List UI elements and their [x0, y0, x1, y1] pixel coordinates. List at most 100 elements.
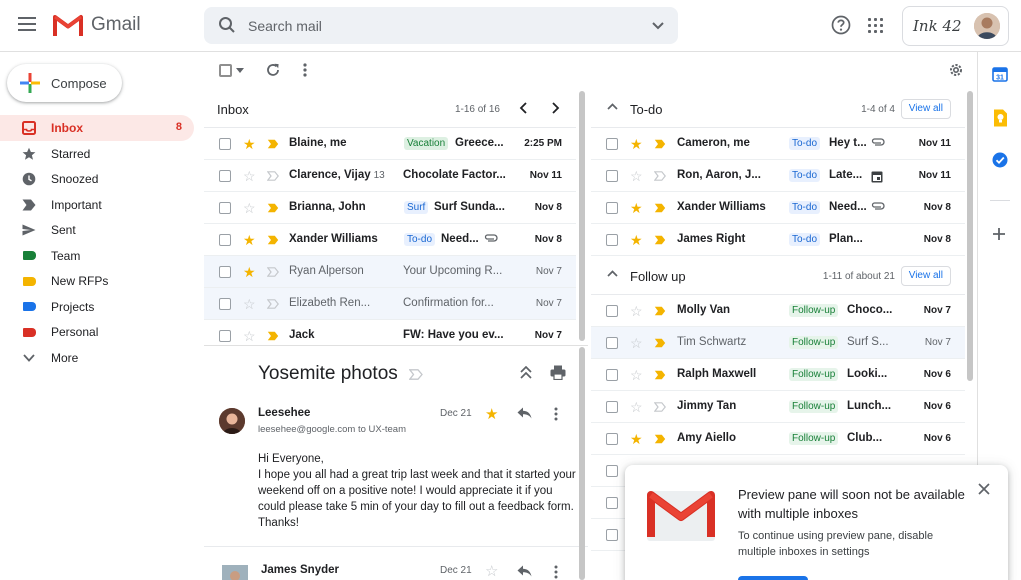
table-row[interactable]: ★ Xander Williams To-do Need... Nov 8: [591, 192, 965, 224]
important-marker-icon[interactable]: [654, 235, 666, 245]
checkbox[interactable]: [606, 465, 618, 477]
account-switcher[interactable]: Ink 42: [902, 6, 1009, 46]
chevron-up-icon[interactable]: [607, 103, 618, 110]
important-marker-icon[interactable]: [654, 139, 666, 149]
table-row[interactable]: ★ Xander Williams To-do Need... Nov 8: [204, 224, 576, 256]
sidebar-item-snoozed[interactable]: Snoozed: [0, 166, 194, 192]
important-marker-icon[interactable]: [409, 369, 423, 380]
apps-grid-icon[interactable]: [868, 18, 883, 33]
label-chip[interactable]: To-do: [789, 169, 821, 182]
view-all-button[interactable]: View all: [900, 266, 951, 286]
more-vert-icon[interactable]: [554, 407, 558, 421]
keep-icon[interactable]: [992, 109, 1008, 127]
reply-icon[interactable]: [517, 407, 532, 419]
star-icon[interactable]: ☆: [243, 328, 256, 344]
star-icon[interactable]: ☆: [630, 168, 643, 184]
important-marker-icon[interactable]: [654, 370, 666, 380]
important-marker-icon[interactable]: [267, 203, 279, 213]
sidebar-item-starred[interactable]: Starred: [0, 141, 194, 167]
checkbox[interactable]: [606, 497, 618, 509]
table-row[interactable]: ☆ Clarence, Vijay 13 Chocolate Factor... Nov…: [204, 160, 576, 192]
checkbox[interactable]: [606, 305, 618, 317]
sidebar-item-personal[interactable]: Personal: [0, 319, 194, 345]
label-chip[interactable]: Follow-up: [789, 336, 839, 349]
star-icon[interactable]: ★: [243, 232, 256, 248]
checkbox[interactable]: [219, 234, 231, 246]
gmail-logo[interactable]: Gmail: [53, 14, 141, 36]
label-chip[interactable]: Follow-up: [789, 400, 839, 413]
label-chip[interactable]: Follow-up: [789, 304, 839, 317]
checkbox[interactable]: [219, 298, 231, 310]
print-icon[interactable]: [550, 365, 566, 380]
checkbox[interactable]: [606, 369, 618, 381]
star-icon[interactable]: ★: [243, 136, 256, 152]
label-chip[interactable]: Vacation: [404, 137, 449, 150]
sidebar-item-more[interactable]: More: [0, 345, 194, 371]
star-icon[interactable]: ★: [630, 136, 643, 152]
sidebar-item-inbox[interactable]: Inbox 8: [0, 115, 194, 141]
star-icon[interactable]: ☆: [243, 168, 256, 184]
table-row[interactable]: ☆ Ron, Aaron, J... To-do Late... Nov 11: [591, 160, 965, 192]
important-marker-icon[interactable]: [654, 171, 666, 181]
star-icon[interactable]: ☆: [630, 303, 643, 319]
important-marker-icon[interactable]: [267, 171, 279, 181]
table-row[interactable]: ★ Blaine, me Vacation Greece... 2:25 PM: [204, 128, 576, 160]
table-row[interactable]: ★ Ryan Alperson Your Upcoming R... Nov 7: [204, 256, 576, 288]
label-chip[interactable]: Follow-up: [789, 368, 839, 381]
chevron-up-icon[interactable]: [607, 270, 618, 277]
star-icon[interactable]: ☆: [630, 399, 643, 415]
label-chip[interactable]: Surf: [404, 201, 429, 214]
help-icon[interactable]: [831, 15, 851, 35]
label-chip[interactable]: To-do: [789, 201, 821, 214]
view-all-button[interactable]: View all: [900, 99, 951, 119]
checkbox[interactable]: [606, 234, 618, 246]
star-icon[interactable]: ☆: [243, 296, 256, 312]
label-chip[interactable]: Follow-up: [789, 432, 839, 445]
label-chip[interactable]: To-do: [789, 137, 821, 150]
table-row[interactable]: ☆ Elizabeth Ren... Confirmation for... Nov …: [204, 288, 576, 320]
settings-gear-icon[interactable]: [948, 62, 964, 78]
important-marker-icon[interactable]: [267, 235, 279, 245]
main-menu-icon[interactable]: [18, 17, 36, 31]
chevron-left-icon[interactable]: [519, 102, 528, 114]
preview-scrollbar[interactable]: [579, 347, 585, 580]
more-vert-icon[interactable]: [303, 63, 307, 77]
star-icon[interactable]: ★: [630, 232, 643, 248]
important-marker-icon[interactable]: [267, 299, 279, 309]
sidebar-item-important[interactable]: Important: [0, 192, 194, 218]
tasks-icon[interactable]: [992, 152, 1008, 168]
table-row[interactable]: ☆ Jimmy Tan Follow-up Lunch... Nov 6: [591, 391, 965, 423]
star-icon[interactable]: ☆: [485, 562, 498, 580]
important-marker-icon[interactable]: [267, 267, 279, 277]
table-row[interactable]: ★ James Right To-do Plan... Nov 8: [591, 224, 965, 256]
search-options-icon[interactable]: [652, 19, 664, 31]
more-vert-icon[interactable]: [554, 565, 558, 579]
reply-icon[interactable]: [517, 565, 532, 577]
refresh-icon[interactable]: [265, 62, 281, 78]
star-icon[interactable]: ☆: [243, 200, 256, 216]
checkbox[interactable]: [219, 202, 231, 214]
checkbox[interactable]: [606, 138, 618, 150]
important-marker-icon[interactable]: [654, 434, 666, 444]
checkbox[interactable]: [606, 529, 618, 541]
right-scrollbar[interactable]: [967, 91, 973, 381]
add-addon-icon[interactable]: [992, 227, 1006, 241]
table-row[interactable]: ☆ Molly Van Follow-up Choco... Nov 7: [591, 295, 965, 327]
star-icon[interactable]: ★: [630, 431, 643, 447]
important-marker-icon[interactable]: [654, 338, 666, 348]
important-marker-icon[interactable]: [654, 306, 666, 316]
checkbox[interactable]: [219, 138, 231, 150]
close-icon[interactable]: [978, 483, 990, 495]
compose-button[interactable]: Compose: [7, 64, 122, 102]
chevron-right-icon[interactable]: [551, 102, 560, 114]
search-bar[interactable]: Search mail: [204, 7, 678, 44]
table-row[interactable]: ★ Cameron, me To-do Hey t... Nov 11: [591, 128, 965, 160]
checkbox[interactable]: [606, 401, 618, 413]
table-row[interactable]: ☆ Tim Schwartz Follow-up Surf S... Nov 7: [591, 327, 965, 359]
important-marker-icon[interactable]: [267, 139, 279, 149]
sender-avatar[interactable]: [219, 408, 245, 434]
search-icon[interactable]: [218, 16, 236, 34]
checkbox[interactable]: [606, 170, 618, 182]
checkbox[interactable]: [606, 202, 618, 214]
table-row[interactable]: ☆ Jack FW: Have you ev... Nov 7: [204, 320, 576, 345]
